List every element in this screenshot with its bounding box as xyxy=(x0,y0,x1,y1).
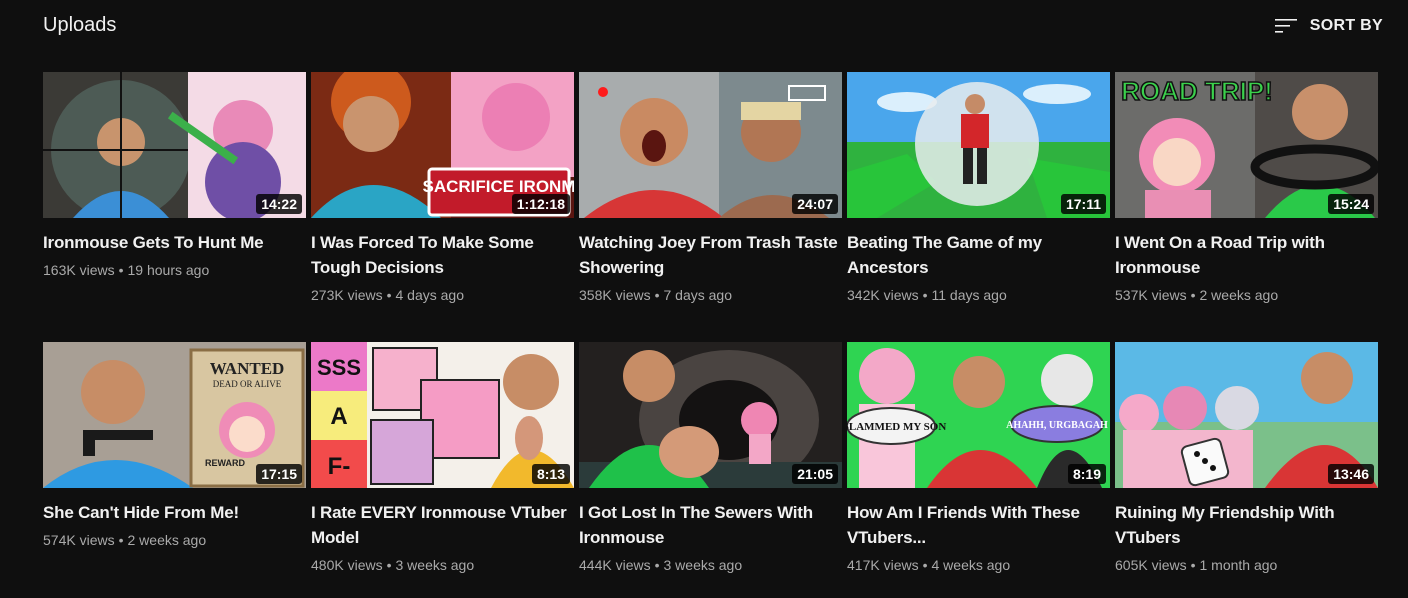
upload-age: 4 weeks ago xyxy=(931,557,1011,573)
meta-separator: • xyxy=(386,557,392,573)
view-count: 480K views xyxy=(311,557,383,573)
thumbnail-caption: A xyxy=(330,403,347,430)
video-meta: 480K views • 3 weeks ago xyxy=(311,556,574,574)
meta-separator: • xyxy=(922,287,928,303)
video-title[interactable]: Ironmouse Gets To Hunt Me xyxy=(43,230,306,255)
video-meta: 342K views • 11 days ago xyxy=(847,286,1110,304)
sort-by-button[interactable]: SORT BY xyxy=(1274,10,1383,42)
video-card[interactable]: 14:22 Ironmouse Gets To Hunt Me 163K vie… xyxy=(43,72,306,342)
meta-separator: • xyxy=(922,557,928,573)
video-title[interactable]: I Got Lost In The Sewers With Ironmouse xyxy=(579,500,842,550)
upload-age: 3 weeks ago xyxy=(663,557,743,573)
view-count: 537K views xyxy=(1115,287,1187,303)
video-thumbnail[interactable]: I SLAMMED MY SON AHAHH, URGBAGAH 8:19 xyxy=(847,342,1110,488)
video-card[interactable]: 13:46 Ruining My Friendship With VTubers… xyxy=(1115,342,1378,598)
video-duration: 24:07 xyxy=(792,194,838,214)
sort-by-label: SORT BY xyxy=(1309,17,1383,34)
video-duration: 17:11 xyxy=(1060,194,1106,214)
video-meta: 537K views • 2 weeks ago xyxy=(1115,286,1378,304)
video-duration: 17:15 xyxy=(256,464,302,484)
meta-separator: • xyxy=(654,287,660,303)
upload-age: 1 month ago xyxy=(1199,557,1278,573)
upload-age: 3 weeks ago xyxy=(395,557,475,573)
view-count: 574K views xyxy=(43,532,115,548)
thumbnail-caption: WANTED xyxy=(210,359,285,378)
video-card[interactable]: 17:11 Beating The Game of my Ancestors 3… xyxy=(847,72,1110,342)
video-title[interactable]: Beating The Game of my Ancestors xyxy=(847,230,1110,280)
video-meta: 417K views • 4 weeks ago xyxy=(847,556,1110,574)
video-meta: 605K views • 1 month ago xyxy=(1115,556,1378,574)
video-title[interactable]: How Am I Friends With These VTubers... xyxy=(847,500,1110,550)
view-count: 358K views xyxy=(579,287,651,303)
video-duration: 21:05 xyxy=(792,464,838,484)
video-card[interactable]: 24:07 Watching Joey From Trash Taste Sho… xyxy=(579,72,842,342)
thumbnail-caption: I SLAMMED MY SON xyxy=(847,421,946,433)
upload-age: 2 weeks ago xyxy=(127,532,207,548)
thumbnail-caption: DEAD OR ALIVE xyxy=(213,379,282,389)
video-title[interactable]: I Rate EVERY Ironmouse VTuber Model xyxy=(311,500,574,550)
section-title: Uploads xyxy=(43,14,117,36)
meta-separator: • xyxy=(118,262,124,278)
video-thumbnail[interactable]: 13:46 xyxy=(1115,342,1378,488)
video-thumbnail[interactable]: 17:11 xyxy=(847,72,1110,218)
video-duration: 8:19 xyxy=(1067,464,1106,484)
video-title[interactable]: She Can't Hide From Me! xyxy=(43,500,306,525)
video-card[interactable]: ROAD TRIP! 15:24 I Went On a Road Trip w… xyxy=(1115,72,1378,342)
video-title[interactable]: Ruining My Friendship With VTubers xyxy=(1115,500,1378,550)
video-meta: 273K views • 4 days ago xyxy=(311,286,574,304)
thumbnail-caption: REWARD xyxy=(205,458,245,468)
video-duration: 8:13 xyxy=(531,464,570,484)
video-duration: 1:12:18 xyxy=(511,194,570,214)
video-card[interactable]: I SLAMMED MY SON AHAHH, URGBAGAH 8:19 Ho… xyxy=(847,342,1110,598)
thumbnail-caption: AHAHH, URGBAGAH xyxy=(1006,420,1108,431)
video-card[interactable]: WANTED DEAD OR ALIVE REWARD 17:15 She Ca… xyxy=(43,342,306,598)
view-count: 273K views xyxy=(311,287,383,303)
video-thumbnail[interactable]: 24:07 xyxy=(579,72,842,218)
upload-age: 7 days ago xyxy=(663,287,733,303)
video-meta: 574K views • 2 weeks ago xyxy=(43,531,306,549)
upload-age: 4 days ago xyxy=(395,287,465,303)
upload-age: 11 days ago xyxy=(931,287,1007,303)
upload-age: 2 weeks ago xyxy=(1199,287,1279,303)
thumbnail-caption: ROAD TRIP! xyxy=(1121,76,1273,106)
view-count: 342K views xyxy=(847,287,919,303)
video-thumbnail[interactable]: 21:05 xyxy=(579,342,842,488)
meta-separator: • xyxy=(654,557,660,573)
video-duration: 15:24 xyxy=(1328,194,1374,214)
video-thumbnail[interactable]: SSS A F- 8:13 xyxy=(311,342,574,488)
view-count: 417K views xyxy=(847,557,919,573)
video-thumbnail[interactable]: SACRIFICE IRONM 1:12:18 xyxy=(311,72,574,218)
uploads-header: Uploads SORT BY xyxy=(43,0,1383,52)
video-thumbnail[interactable]: ROAD TRIP! 15:24 xyxy=(1115,72,1378,218)
video-meta: 444K views • 3 weeks ago xyxy=(579,556,842,574)
view-count: 605K views xyxy=(1115,557,1187,573)
video-thumbnail[interactable]: WANTED DEAD OR ALIVE REWARD 17:15 xyxy=(43,342,306,488)
video-title[interactable]: I Was Forced To Make Some Tough Decision… xyxy=(311,230,574,280)
video-card[interactable]: SACRIFICE IRONM 1:12:18 I Was Forced To … xyxy=(311,72,574,342)
view-count: 163K views xyxy=(43,262,115,278)
view-count: 444K views xyxy=(579,557,651,573)
meta-separator: • xyxy=(118,532,124,548)
video-card[interactable]: 21:05 I Got Lost In The Sewers With Iron… xyxy=(579,342,842,598)
meta-separator: • xyxy=(1190,287,1196,303)
video-thumbnail[interactable]: 14:22 xyxy=(43,72,306,218)
upload-age: 19 hours ago xyxy=(127,262,210,278)
uploads-page: Uploads SORT BY 14:22 Ironmouse Gets To … xyxy=(0,0,1408,598)
video-grid: 14:22 Ironmouse Gets To Hunt Me 163K vie… xyxy=(43,72,1378,598)
meta-separator: • xyxy=(386,287,392,303)
video-title[interactable]: Watching Joey From Trash Taste Showering xyxy=(579,230,842,280)
video-duration: 13:46 xyxy=(1328,464,1374,484)
video-meta: 163K views • 19 hours ago xyxy=(43,261,306,279)
meta-separator: • xyxy=(1190,557,1196,573)
thumbnail-caption: SSS xyxy=(317,355,361,380)
video-title[interactable]: I Went On a Road Trip with Ironmouse xyxy=(1115,230,1378,280)
sort-icon xyxy=(1274,19,1297,33)
thumbnail-caption: F- xyxy=(328,453,351,480)
video-duration: 14:22 xyxy=(256,194,302,214)
video-meta: 358K views • 7 days ago xyxy=(579,286,842,304)
video-card[interactable]: SSS A F- 8:13 I Rate EVERY Ironmouse VTu… xyxy=(311,342,574,598)
